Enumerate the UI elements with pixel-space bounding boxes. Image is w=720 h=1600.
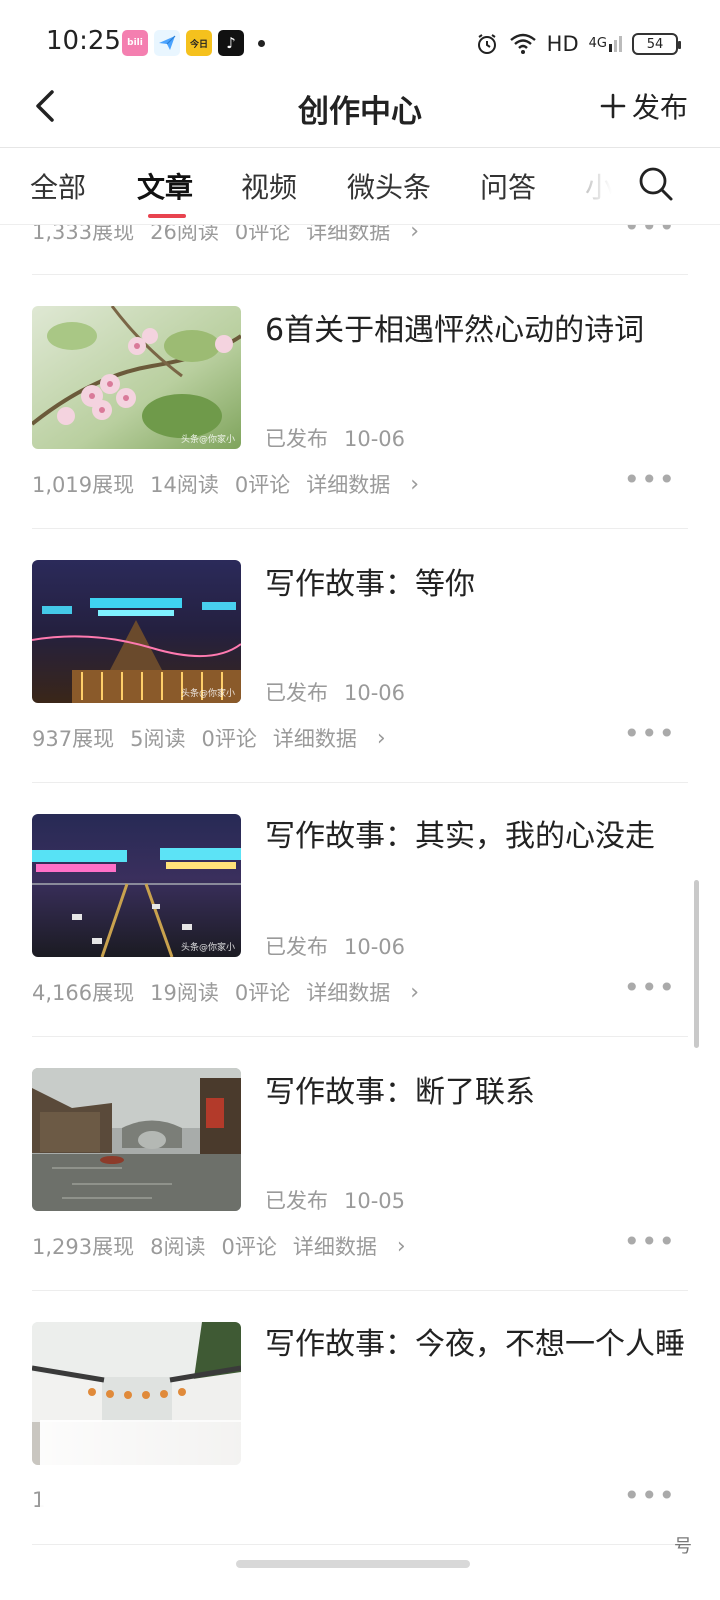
article-title[interactable]: 写作故事：今夜，不想一个人睡 — [265, 1322, 685, 1368]
thumbnail-watermark: 头条@你家小 — [180, 943, 235, 953]
tab-micro-posts[interactable]: 微头条 — [347, 166, 431, 206]
night-tower-image — [32, 560, 241, 703]
article-stats-row: 1,019展现 14阅读 0评论 详细数据 › ••• — [32, 463, 676, 499]
article-title[interactable]: 6首关于相遇怦然心动的诗词 — [265, 308, 685, 354]
list-divider — [32, 1544, 688, 1545]
paper-plane-app-icon — [154, 30, 180, 56]
more-options-button[interactable]: ••• — [623, 466, 676, 494]
article-meta: 已发布 10-06 — [265, 427, 406, 451]
wifi-icon — [509, 33, 536, 54]
more-options-button[interactable]: ••• — [623, 974, 676, 1002]
more-notifications-dot — [258, 39, 265, 47]
details-link[interactable]: 详细数据 › — [306, 977, 435, 1007]
home-indicator[interactable] — [236, 1560, 470, 1568]
search-button[interactable] — [636, 164, 676, 204]
list-divider — [32, 1290, 688, 1291]
article-thumbnail[interactable] — [32, 1068, 241, 1211]
plus-icon — [600, 93, 626, 119]
list-divider — [32, 1036, 688, 1037]
article-list[interactable]: 1,333展现 26阅读 0评论 详细数据 › ••• 头条@你家小 6首关于相遇… — [0, 225, 720, 1565]
chevron-right-icon: › — [410, 979, 420, 1005]
tabs-fade — [580, 148, 620, 224]
category-tabs: 全部 文章 视频 微头条 问答 小 — [0, 148, 720, 224]
system-indicators: HD 4G 54 — [475, 28, 681, 60]
corner-watermark-text: 号 — [674, 1536, 692, 1557]
article-stats-row: 1,293展现 8阅读 0评论 详细数据 › ••• — [32, 1225, 676, 1261]
thumbnail-watermark: 头条@你家小 — [180, 435, 235, 445]
toutiao-app-icon: 今日 — [186, 30, 212, 56]
thumbnail-watermark: 头条@你家小 — [180, 689, 235, 699]
chevron-right-icon: › — [410, 225, 420, 244]
details-link[interactable]: 详细数据 › — [293, 1231, 422, 1261]
article-thumbnail[interactable]: 头条@你家小 — [32, 814, 241, 957]
details-link[interactable]: 详细数据 › — [306, 225, 435, 246]
list-divider — [32, 274, 688, 275]
scrollbar[interactable] — [694, 880, 699, 1048]
hd-indicator: HD — [546, 32, 579, 56]
obscured-overlay — [40, 1420, 440, 1520]
article-stats-row: 4,166展现 19阅读 0评论 详细数据 › ••• — [32, 971, 676, 1007]
top-app-bar: 创作中心 发布 — [0, 70, 720, 144]
more-options-button[interactable]: ••• — [623, 720, 676, 748]
alarm-icon — [477, 34, 496, 54]
tab-qa[interactable]: 问答 — [480, 166, 536, 206]
article-meta: 已发布 10-06 — [265, 681, 406, 705]
more-options-button[interactable]: ••• — [623, 225, 676, 241]
search-icon — [639, 167, 673, 201]
publish-button[interactable]: 发布 — [600, 86, 688, 126]
battery-icon: 54 — [632, 33, 681, 55]
article-title[interactable]: 写作故事：断了联系 — [265, 1070, 685, 1116]
article-title[interactable]: 写作故事：其实，我的心没走 — [265, 814, 685, 860]
bilibili-app-icon: bili — [122, 30, 148, 56]
article-thumbnail[interactable]: 头条@你家小 — [32, 306, 241, 449]
signal-icon: 4G — [589, 36, 622, 52]
more-options-button[interactable]: ••• — [623, 1228, 676, 1256]
list-divider — [32, 782, 688, 783]
tab-all[interactable]: 全部 — [30, 166, 86, 206]
tab-videos[interactable]: 视频 — [241, 166, 297, 206]
article-thumbnail[interactable]: 头条@你家小 — [32, 560, 241, 703]
chevron-right-icon: › — [376, 725, 386, 751]
details-link[interactable]: 详细数据 › — [306, 469, 435, 499]
article-title[interactable]: 写作故事：等你 — [265, 562, 685, 608]
pink-blossom-image — [32, 306, 241, 449]
night-river-image — [32, 814, 241, 957]
article-meta: 已发布 10-06 — [265, 935, 406, 959]
tiktok-app-icon: ♪ — [218, 30, 244, 56]
article-stats-row: 1,333展现 26阅读 0评论 详细数据 › ••• — [32, 225, 692, 249]
status-time: 10:25 — [46, 26, 121, 56]
water-town-image — [32, 1068, 241, 1211]
chevron-right-icon: › — [396, 1233, 406, 1259]
publish-label: 发布 — [631, 91, 688, 124]
details-link[interactable]: 详细数据 › — [273, 723, 402, 753]
list-divider — [32, 528, 688, 529]
chevron-right-icon: › — [410, 471, 420, 497]
more-options-button[interactable]: ••• — [623, 1482, 676, 1510]
article-meta: 已发布 10-05 — [265, 1189, 406, 1213]
active-tab-indicator — [148, 214, 186, 218]
tab-articles[interactable]: 文章 — [137, 166, 193, 206]
article-stats-row: 937展现 5阅读 0评论 详细数据 › ••• — [32, 717, 676, 753]
notification-icons: bili 今日 ♪ — [122, 30, 265, 56]
